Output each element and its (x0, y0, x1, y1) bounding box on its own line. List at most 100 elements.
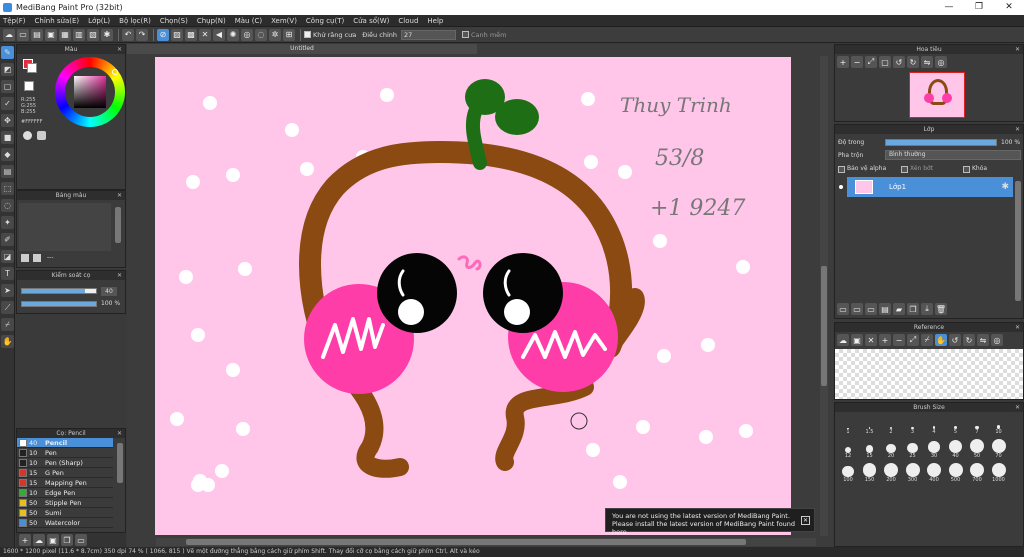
divide-tool-icon[interactable]: ⟋ (1, 301, 14, 314)
hand-tool-icon[interactable]: ✋ (1, 335, 14, 348)
brush-size-cell[interactable]: 150 (860, 463, 880, 483)
menu-color[interactable]: Màu (C) (235, 17, 262, 25)
operation-tool-icon[interactable]: ➤ (1, 284, 14, 297)
fill-rect-tool-icon[interactable]: ■ (1, 131, 14, 144)
brush-tool-icon[interactable]: ✎ (1, 46, 14, 59)
adjust-value-field[interactable]: 27 (401, 29, 456, 40)
add-brush-icon[interactable]: + (19, 534, 31, 546)
brush-folder-icon[interactable]: ▣ (47, 534, 59, 546)
brush-size-cell[interactable]: 40 (946, 439, 966, 459)
eraser-tool-icon[interactable]: ◩ (1, 63, 14, 76)
menu-help[interactable]: Help (427, 17, 443, 25)
ref-reset-icon[interactable]: ◎ (991, 334, 1003, 346)
ref-rotate-left-icon[interactable]: ↺ (949, 334, 961, 346)
dot-tool-icon[interactable]: ▢ (1, 80, 14, 93)
layer-visibility-icon[interactable] (839, 185, 843, 189)
update-notice[interactable]: You are not using the latest version of … (605, 508, 815, 536)
menu-tools[interactable]: Công cụ(T) (306, 17, 344, 25)
open-icon[interactable]: ▦ (59, 28, 71, 41)
ref-hand-icon[interactable]: ✋ (935, 334, 947, 346)
perspective-snap-icon[interactable]: ◀ (213, 28, 225, 41)
panel-close-icon[interactable]: ✕ (117, 191, 122, 200)
palette-scrollbar[interactable] (115, 207, 121, 243)
cross-snap-icon[interactable]: ▩ (185, 28, 197, 41)
settings-icon[interactable]: ✱ (101, 28, 113, 41)
brush-size-cell[interactable]: 500 (946, 463, 966, 483)
tab-untitled[interactable]: Untitled (127, 44, 477, 54)
brush-size-cell[interactable]: 50 (967, 439, 987, 459)
brush-size-cell[interactable]: 2 (881, 415, 901, 435)
color-picker-icon[interactable] (37, 131, 46, 140)
brush-size-cell[interactable]: 400 (924, 463, 944, 483)
saturation-square[interactable] (74, 76, 106, 108)
antialias-checkbox[interactable] (304, 31, 311, 38)
brush-size-cell[interactable]: 70 (989, 439, 1009, 459)
lasso-tool-icon[interactable]: ◌ (1, 199, 14, 212)
redo-icon[interactable]: ↷ (136, 28, 148, 41)
brush-size-cell[interactable]: 200 (881, 463, 901, 483)
color-mode-icon[interactable] (23, 131, 32, 140)
brush-size-cell[interactable]: 15 (860, 439, 880, 459)
canvas-vscrollbar[interactable] (820, 56, 828, 536)
snap-off-icon[interactable]: ⊘ (157, 28, 169, 41)
radial-snap-icon[interactable]: ✺ (227, 28, 239, 41)
vanishing-snap-icon[interactable]: ✕ (199, 28, 211, 41)
snap-settings-icon[interactable]: ✲ (269, 28, 281, 41)
pen-tool-icon[interactable]: ✓ (1, 97, 14, 110)
select-pen-icon[interactable]: ✐ (1, 233, 14, 246)
share-icon[interactable]: ▧ (87, 28, 99, 41)
brush-size-cell[interactable]: 1000 (989, 463, 1009, 483)
eyedropper-icon[interactable]: ⌿ (1, 318, 14, 331)
grid-icon[interactable]: ⊞ (283, 28, 295, 41)
menu-cloud[interactable]: Cloud (398, 17, 418, 25)
fit-icon[interactable]: ⤢ (865, 56, 877, 68)
brush-size-cell[interactable]: 7 (967, 415, 987, 435)
panel-close-icon[interactable]: ✕ (117, 271, 122, 280)
layer-scrollbar[interactable] (1015, 181, 1021, 301)
palette-more[interactable]: --- (47, 254, 54, 261)
ref-fit-icon[interactable]: ⤢ (907, 334, 919, 346)
maximize-button[interactable]: ❐ (964, 0, 994, 15)
move-tool-icon[interactable]: ✥ (1, 114, 14, 127)
menu-filter[interactable]: Bộ lọc(R) (119, 17, 151, 25)
clipping-checkbox[interactable] (901, 166, 908, 173)
brush-size-cell[interactable]: 20 (881, 439, 901, 459)
protect-alpha-checkbox[interactable] (838, 166, 845, 173)
flip-icon[interactable]: ⇋ (921, 56, 933, 68)
brush-size-cell[interactable]: 12 (838, 439, 858, 459)
brush-item[interactable]: 50 Stipple Pen (17, 498, 113, 508)
gradient-tool-icon[interactable]: ▤ (1, 165, 14, 178)
brush-item[interactable]: 40 Pencil (17, 438, 113, 448)
brush-size-cell[interactable]: 4 (924, 415, 944, 435)
brush-size-cell[interactable]: 700 (967, 463, 987, 483)
brush-item[interactable]: 10 Edge Pen (17, 488, 113, 498)
select-eraser-icon[interactable]: ◪ (1, 250, 14, 263)
panel-close-icon[interactable]: ✕ (1015, 323, 1020, 332)
brush-size-cell[interactable]: 25 (903, 439, 923, 459)
brush-item[interactable]: 10 Pen (17, 448, 113, 458)
brush-size-cell[interactable]: 30 (924, 439, 944, 459)
notice-close-button[interactable]: ✕ (801, 516, 810, 525)
brush-item[interactable]: 50 Sumi (17, 508, 113, 518)
delete-layer-icon[interactable]: 🗑 (935, 303, 947, 315)
soft-snap-checkbox[interactable] (462, 31, 469, 38)
menu-layer[interactable]: Lớp(L) (88, 17, 110, 25)
panel-close-icon[interactable]: ✕ (1015, 125, 1020, 134)
menu-edit[interactable]: Chỉnh sửa(E) (35, 17, 80, 25)
minimize-button[interactable]: — (934, 0, 964, 15)
drawing-canvas[interactable]: Thuy Trinh 53/8 +1 9247 (155, 57, 791, 535)
brush-list-scrollbar[interactable] (117, 443, 123, 483)
brush-size-slider[interactable] (21, 288, 97, 294)
brush-size-cell[interactable]: 300 (903, 463, 923, 483)
ref-image-icon[interactable]: ▣ (851, 334, 863, 346)
menu-view[interactable]: Xem(V) (271, 17, 297, 25)
layer-opacity-slider[interactable] (885, 139, 997, 146)
brush-item[interactable]: 15 G Pen (17, 468, 113, 478)
cloud-icon[interactable]: ☁ (3, 28, 15, 41)
ref-zoom-in-icon[interactable]: + (879, 334, 891, 346)
ref-close-icon[interactable]: ✕ (865, 334, 877, 346)
rotate-left-icon[interactable]: ↺ (893, 56, 905, 68)
reference-canvas[interactable] (835, 349, 1023, 399)
ref-cloud-icon[interactable]: ☁ (837, 334, 849, 346)
brush-size-cell[interactable]: 1.5 (860, 415, 880, 435)
